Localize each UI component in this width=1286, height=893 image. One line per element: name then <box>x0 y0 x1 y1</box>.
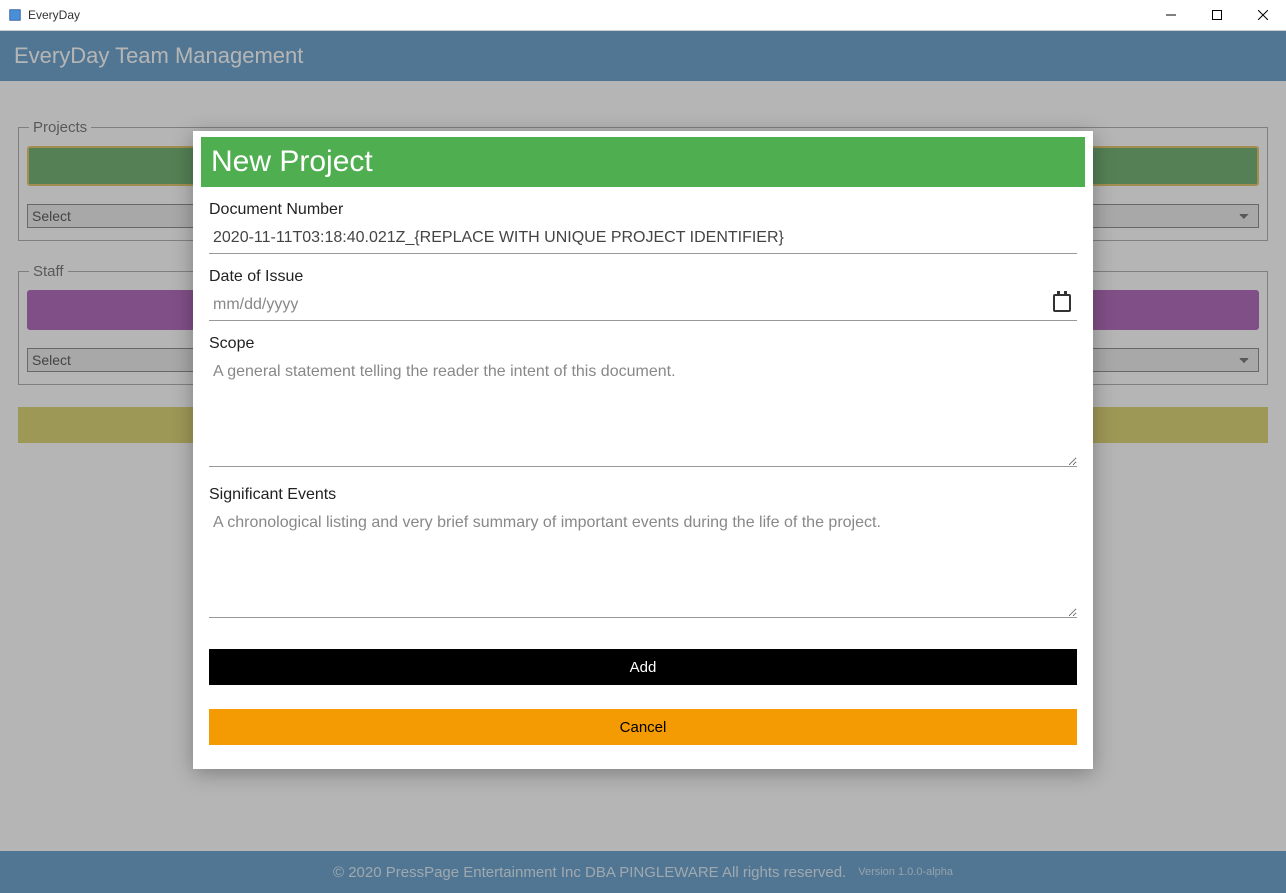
close-icon <box>1258 10 1268 20</box>
events-group: Significant Events <box>209 486 1077 623</box>
scope-label: Scope <box>209 335 1077 353</box>
app-icon <box>8 8 22 22</box>
minimize-button[interactable] <box>1148 0 1194 30</box>
cancel-button[interactable]: Cancel <box>209 709 1077 745</box>
window-titlebar: EveryDay <box>0 0 1286 31</box>
date-label: Date of Issue <box>209 268 1077 286</box>
scope-group: Scope <box>209 335 1077 472</box>
new-project-modal: New Project Document Number Date of Issu… <box>193 131 1093 769</box>
modal-overlay: New Project Document Number Date of Issu… <box>0 31 1286 893</box>
date-wrap <box>209 290 1077 321</box>
calendar-icon[interactable] <box>1053 294 1071 312</box>
maximize-icon <box>1212 10 1222 20</box>
window-title: EveryDay <box>28 8 80 22</box>
close-button[interactable] <box>1240 0 1286 30</box>
doc-number-input[interactable] <box>209 223 1077 254</box>
events-textarea[interactable] <box>209 508 1077 618</box>
date-group: Date of Issue <box>209 268 1077 321</box>
scope-textarea[interactable] <box>209 357 1077 467</box>
doc-number-group: Document Number <box>209 201 1077 254</box>
maximize-button[interactable] <box>1194 0 1240 30</box>
minimize-icon <box>1166 10 1176 20</box>
window-controls <box>1148 0 1286 30</box>
modal-body: Document Number Date of Issue Scope Sign… <box>193 201 1093 623</box>
titlebar-left: EveryDay <box>8 8 80 22</box>
add-button[interactable]: Add <box>209 649 1077 685</box>
events-label: Significant Events <box>209 486 1077 504</box>
date-input[interactable] <box>209 290 1077 321</box>
doc-number-label: Document Number <box>209 201 1077 219</box>
modal-title: New Project <box>201 137 1085 187</box>
